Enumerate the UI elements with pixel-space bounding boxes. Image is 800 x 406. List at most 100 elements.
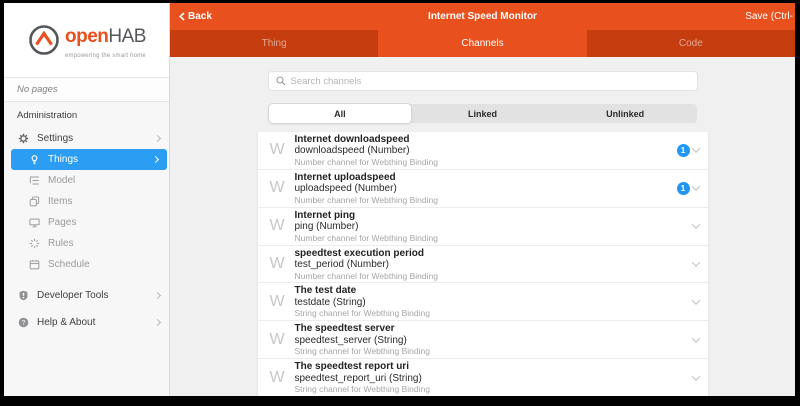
filter-all[interactable]: All: [269, 104, 412, 123]
sidebar-item-label: Items: [48, 196, 160, 207]
channel-info: Internet uploadspeed uploadspeed (Number…: [295, 172, 677, 205]
chevron-right-icon: [152, 156, 159, 163]
channel-id: ping (Number): [295, 221, 693, 233]
sidebar-item-model[interactable]: Model: [4, 170, 169, 191]
channel-row[interactable]: W The test date testdate (String) String…: [258, 283, 708, 321]
svg-text:?: ?: [21, 320, 25, 327]
webthing-channel-icon: W: [270, 293, 295, 311]
filter-linked[interactable]: Linked: [411, 104, 554, 123]
main-panel: Back Internet Speed Monitor Save (Ctrl- …: [170, 3, 795, 396]
channel-id: uploadspeed (Number): [295, 183, 677, 195]
question-circle-icon: ?: [17, 317, 29, 328]
sidebar-item-schedule[interactable]: Schedule: [4, 254, 169, 275]
administration-section-label: Administration: [4, 110, 169, 128]
sidebar-nav: Administration Settings: [4, 102, 169, 333]
channel-description: String channel for Webthing Binding: [295, 346, 693, 356]
chevron-right-icon: [154, 291, 161, 298]
tab-channels[interactable]: Channels: [378, 30, 586, 57]
linked-count-badge: 1: [677, 144, 690, 157]
chevron-down-icon: [691, 183, 699, 191]
channel-info: The speedtest server speedtest_server (S…: [295, 323, 693, 356]
channel-info: The test date testdate (String) String c…: [295, 285, 693, 318]
page-title: Internet Speed Monitor: [170, 11, 795, 22]
sidebar-item-label: Things: [48, 154, 153, 165]
model-tree-icon: [28, 175, 40, 186]
sidebar-item-label: Rules: [48, 238, 160, 249]
filter-unlinked[interactable]: Unlinked: [554, 104, 697, 123]
channel-description: String channel for Webthing Binding: [295, 384, 693, 394]
chevron-down-icon: [691, 220, 699, 228]
channel-id: speedtest_report_uri (String): [295, 373, 693, 385]
search-bar[interactable]: [268, 71, 698, 91]
lightbulb-icon: [28, 154, 40, 165]
sidebar-item-pages[interactable]: Pages: [4, 212, 169, 233]
sidebar-item-settings[interactable]: Settings: [4, 128, 169, 149]
webthing-channel-icon: W: [270, 255, 295, 273]
chevron-left-icon: [179, 12, 185, 21]
channel-id: testdate (String): [295, 297, 693, 309]
chevron-down-icon: [691, 334, 699, 342]
sparkle-icon: [28, 238, 40, 249]
copy-icon: [28, 196, 40, 207]
channel-row[interactable]: W speedtest execution period test_period…: [258, 246, 708, 284]
channel-title: The test date: [295, 285, 693, 297]
channel-row[interactable]: W Internet uploadspeed uploadspeed (Numb…: [258, 170, 708, 208]
channel-info: speedtest execution period test_period (…: [295, 248, 693, 281]
sidebar-item-label: Help & About: [37, 317, 155, 328]
back-button[interactable]: Back: [179, 11, 212, 22]
chevron-right-icon: [154, 135, 161, 142]
monitor-icon: [28, 217, 40, 228]
sidebar-item-help-about[interactable]: ? Help & About: [4, 311, 169, 333]
chevron-down-icon: [691, 372, 699, 380]
sidebar-item-label: Developer Tools: [37, 290, 155, 301]
channel-description: Number channel for Webthing Binding: [295, 233, 693, 243]
calendar-icon: [28, 259, 40, 270]
channel-info: Internet ping ping (Number) Number chann…: [295, 210, 693, 243]
channel-title: The speedtest report uri: [295, 361, 693, 373]
sidebar-item-items[interactable]: Items: [4, 191, 169, 212]
chevron-down-icon: [691, 258, 699, 266]
sidebar-item-label: Model: [48, 175, 160, 186]
channel-row[interactable]: W Internet downloadspeed downloadspeed (…: [258, 132, 708, 170]
sidebar-item-things[interactable]: Things: [11, 149, 167, 170]
webthing-channel-icon: W: [270, 179, 295, 197]
channel-row[interactable]: W The speedtest server speedtest_server …: [258, 321, 708, 359]
channel-info: Internet downloadspeed downloadspeed (Nu…: [295, 134, 677, 167]
filter-segmented-control: All Linked Unlinked: [269, 104, 697, 123]
channel-info: The speedtest report uri speedtest_repor…: [295, 361, 693, 394]
tab-thing[interactable]: Thing: [170, 30, 378, 57]
no-pages-label: No pages: [4, 77, 169, 102]
channel-row[interactable]: W Internet ping ping (Number) Number cha…: [258, 208, 708, 246]
channel-title: speedtest execution period: [295, 248, 693, 260]
channel-row[interactable]: W The speedtest report uri speedtest_rep…: [258, 359, 708, 396]
sidebar: openHAB empowering the smart home No pag…: [4, 3, 170, 396]
channel-title: Internet downloadspeed: [295, 134, 677, 146]
chevron-down-icon: [691, 145, 699, 153]
sidebar-item-label: Pages: [48, 217, 160, 228]
sidebar-item-rules[interactable]: Rules: [4, 233, 169, 254]
chevron-right-icon: [154, 318, 161, 325]
sidebar-item-developer-tools[interactable]: Developer Tools: [4, 284, 169, 306]
webthing-channel-icon: W: [270, 217, 295, 235]
save-button[interactable]: Save (Ctrl-: [745, 11, 793, 22]
channel-description: Number channel for Webthing Binding: [295, 195, 677, 205]
logo: openHAB empowering the smart home: [4, 3, 169, 77]
channel-description: Number channel for Webthing Binding: [295, 157, 677, 167]
channel-title: Internet ping: [295, 210, 693, 222]
tab-code[interactable]: Code: [587, 30, 795, 57]
channel-id: speedtest_server (String): [295, 335, 693, 347]
channel-id: downloadspeed (Number): [295, 145, 677, 157]
openhab-logo-icon: [27, 23, 61, 57]
logo-wordmark: openHAB: [65, 27, 146, 53]
chevron-down-icon: [691, 296, 699, 304]
channel-description: Number channel for Webthing Binding: [295, 271, 693, 281]
webthing-channel-icon: W: [270, 141, 295, 159]
search-icon: [276, 76, 286, 86]
channel-title: Internet uploadspeed: [295, 172, 677, 184]
tab-bar: Thing Channels Code: [170, 30, 795, 57]
top-bar: Back Internet Speed Monitor Save (Ctrl-: [170, 3, 795, 30]
back-label: Back: [188, 11, 212, 22]
sidebar-item-label: Settings: [37, 133, 155, 144]
search-input[interactable]: [291, 76, 690, 87]
channel-description: String channel for Webthing Binding: [295, 308, 693, 318]
